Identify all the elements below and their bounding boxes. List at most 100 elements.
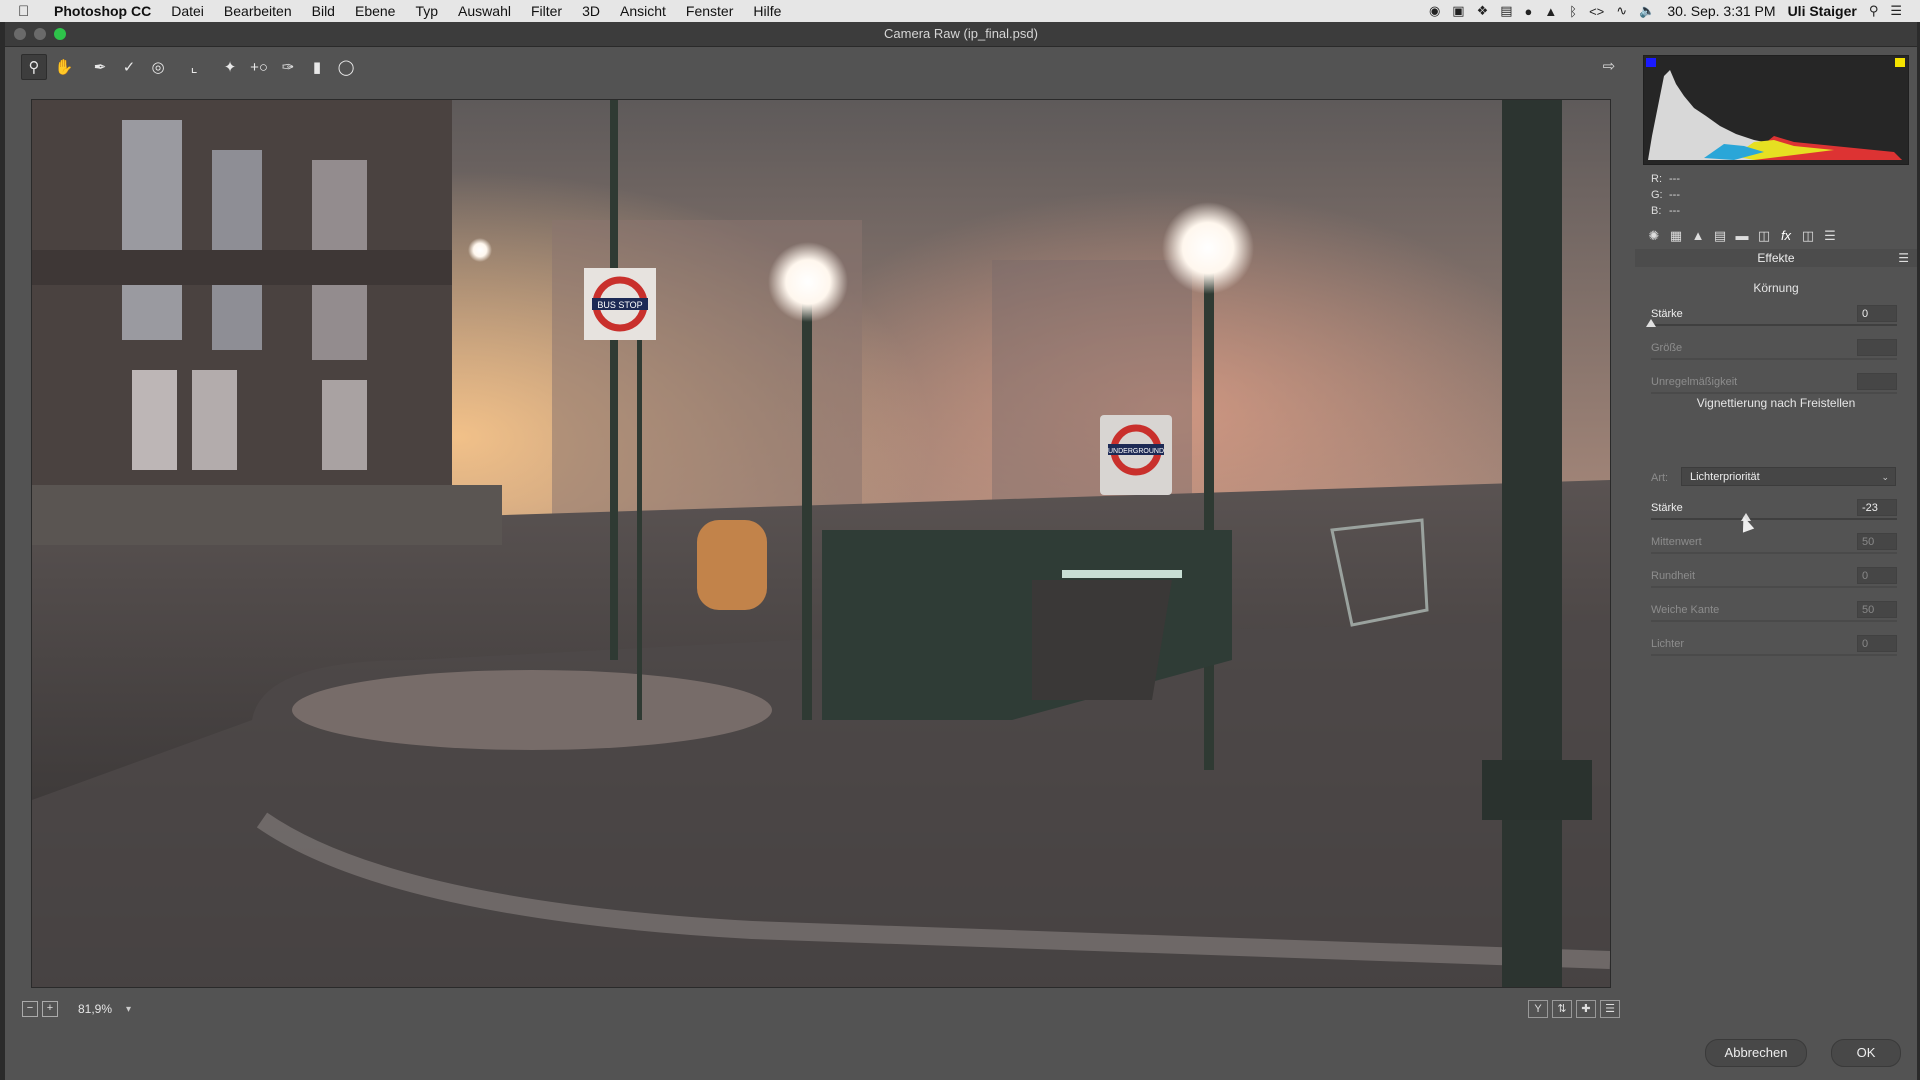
zoom-in-button[interactable]: + [42,1001,58,1017]
minimize-window-button[interactable] [34,28,46,40]
targeted-adjustment-tool[interactable]: ◎ [146,55,170,79]
tab-camera-calibration[interactable]: ◫ [1797,226,1819,246]
slider-track[interactable] [1651,358,1897,360]
panel-menu-icon[interactable]: ☰ [1898,249,1909,267]
slider-track[interactable] [1651,654,1897,656]
tab-basic[interactable]: ✺ [1643,226,1665,246]
slider-value-field[interactable] [1857,373,1897,390]
spot-removal-tool[interactable]: ✦ [218,55,242,79]
bus-stop-sign-text: BUS STOP [597,300,642,310]
slider-row: Rundheit 0 [1651,567,1897,604]
slider-value-field[interactable] [1857,339,1897,356]
presets-icon: ☰ [1824,228,1836,243]
tab-detail[interactable]: ▲ [1687,226,1709,246]
ok-button[interactable]: OK [1831,1039,1901,1067]
slider-value-field[interactable]: 0 [1857,635,1897,652]
notification-icon[interactable]: ▲ [1544,4,1557,19]
menu-app-name[interactable]: Photoshop CC [54,3,151,19]
crop-tool[interactable]: ⌞ [182,55,206,79]
slider-track[interactable] [1651,324,1897,326]
graduated-filter-tool[interactable]: ▮ [305,55,329,79]
menu-hilfe[interactable]: Hilfe [753,3,781,19]
slider-value-field[interactable]: 50 [1857,533,1897,550]
hand-tool[interactable]: ✋ [52,55,76,79]
tab-lens-corrections[interactable]: ◫ [1753,226,1775,246]
slider-track[interactable] [1651,518,1897,520]
slider-track[interactable] [1651,586,1897,588]
menu-datei[interactable]: Datei [171,3,204,19]
creative-cloud-icon[interactable]: ● [1525,4,1533,19]
close-window-button[interactable] [14,28,26,40]
open-preferences-button[interactable]: ⇨ [1598,55,1620,77]
bluetooth-icon[interactable]: ᛒ [1569,4,1577,19]
slider-value-field[interactable]: -23 [1857,499,1897,516]
finder-icon[interactable]: ▣ [1452,3,1464,19]
slider-track[interactable] [1651,552,1897,554]
volume-icon[interactable]: 🔈 [1639,3,1655,19]
menu-bearbeiten[interactable]: Bearbeiten [224,3,292,19]
slider-value-field[interactable]: 0 [1857,305,1897,322]
camera-raw-window: Camera Raw (ip_final.psd) ⚲ ✋ ✒ ✓ ◎ ⌞ ✦ … [5,22,1917,1080]
copy-settings-button[interactable]: ✚ [1576,1000,1596,1018]
hand-icon: ✋ [54,59,74,76]
image-preview[interactable]: BUS STOP UNDERGROUND [31,99,1611,988]
slider-value-field[interactable]: 50 [1857,601,1897,618]
tab-effects[interactable]: fx [1775,226,1797,246]
maximize-window-button[interactable] [54,28,66,40]
adjustment-brush-tool[interactable]: ✑ [276,55,300,79]
lens-icon: ◫ [1757,228,1771,243]
tab-split-toning[interactable]: ▬ [1731,226,1753,246]
menu-ebene[interactable]: Ebene [355,3,395,19]
menu-ansicht[interactable]: Ansicht [620,3,666,19]
highlight-clipping-warning[interactable] [1895,58,1905,67]
zoom-level[interactable]: 81,9% [78,1002,112,1016]
color-sampler-tool[interactable]: ✓ [117,55,141,79]
record-icon[interactable]: ◉ [1429,3,1440,19]
before-after-toggle-button[interactable]: Y [1528,1000,1548,1018]
code-icon[interactable]: <> [1589,4,1604,19]
menu-3d[interactable]: 3D [582,3,600,19]
slider-label: Unregelmäßigkeit [1651,376,1738,388]
menubar-user[interactable]: Uli Staiger [1788,3,1857,19]
chevron-down-icon[interactable]: ▾ [126,1004,131,1015]
apple-icon[interactable]:  [18,3,40,20]
menu-auswahl[interactable]: Auswahl [458,3,511,19]
mountain-icon: ▲ [1691,228,1705,243]
menu-typ[interactable]: Typ [415,3,438,19]
menu-filter[interactable]: Filter [531,3,562,19]
graduated-filter-icon: ▮ [312,59,322,76]
menubar-clock[interactable]: 30. Sep. 3:31 PM [1667,3,1775,19]
color-sampler-icon: ✓ [122,59,136,76]
spotlight-icon[interactable]: ⚲ [1869,3,1879,19]
slider-thumb[interactable] [1646,319,1656,327]
red-eye-tool[interactable]: +○ [247,55,271,79]
notification-center-icon[interactable]: ☰ [1890,3,1902,19]
slider-row: Stärke -23 [1651,499,1897,536]
cancel-button[interactable]: Abbrechen [1705,1039,1807,1067]
display-icon[interactable]: ▤ [1500,3,1512,19]
slider-track[interactable] [1651,392,1897,394]
menu-bild[interactable]: Bild [312,3,335,19]
tab-presets[interactable]: ☰ [1819,226,1841,246]
dropbox-icon[interactable]: ❖ [1477,3,1489,19]
radial-filter-tool[interactable]: ◯ [334,55,358,79]
tab-tone-curve[interactable]: ▦ [1665,226,1687,246]
wifi-icon[interactable]: ∿ [1616,3,1627,19]
swap-before-after-button[interactable]: ⇅ [1552,1000,1572,1018]
tab-hsl[interactable]: ▤ [1709,226,1731,246]
zoom-tool[interactable]: ⚲ [21,54,47,80]
menu-fenster[interactable]: Fenster [686,3,733,19]
zoom-icon: ⚲ [28,59,40,76]
zoom-out-button[interactable]: − [22,1001,38,1017]
white-balance-tool[interactable]: ✒ [88,55,112,79]
view-settings-button[interactable]: ☰ [1600,1000,1620,1018]
before-after-icon: Y [1534,1003,1542,1015]
preview-photo: BUS STOP UNDERGROUND [32,100,1610,987]
shadow-clipping-warning[interactable] [1646,58,1656,67]
slider-row: Weiche Kante 50 [1651,601,1897,638]
vignette-style-select[interactable]: Lichterpriorität ⌄ [1681,467,1896,486]
slider-track[interactable] [1651,620,1897,622]
slider-value-field[interactable]: 0 [1857,567,1897,584]
histogram [1643,55,1909,165]
vignette-title: Vignettierung nach Freistellen [1696,396,1856,410]
